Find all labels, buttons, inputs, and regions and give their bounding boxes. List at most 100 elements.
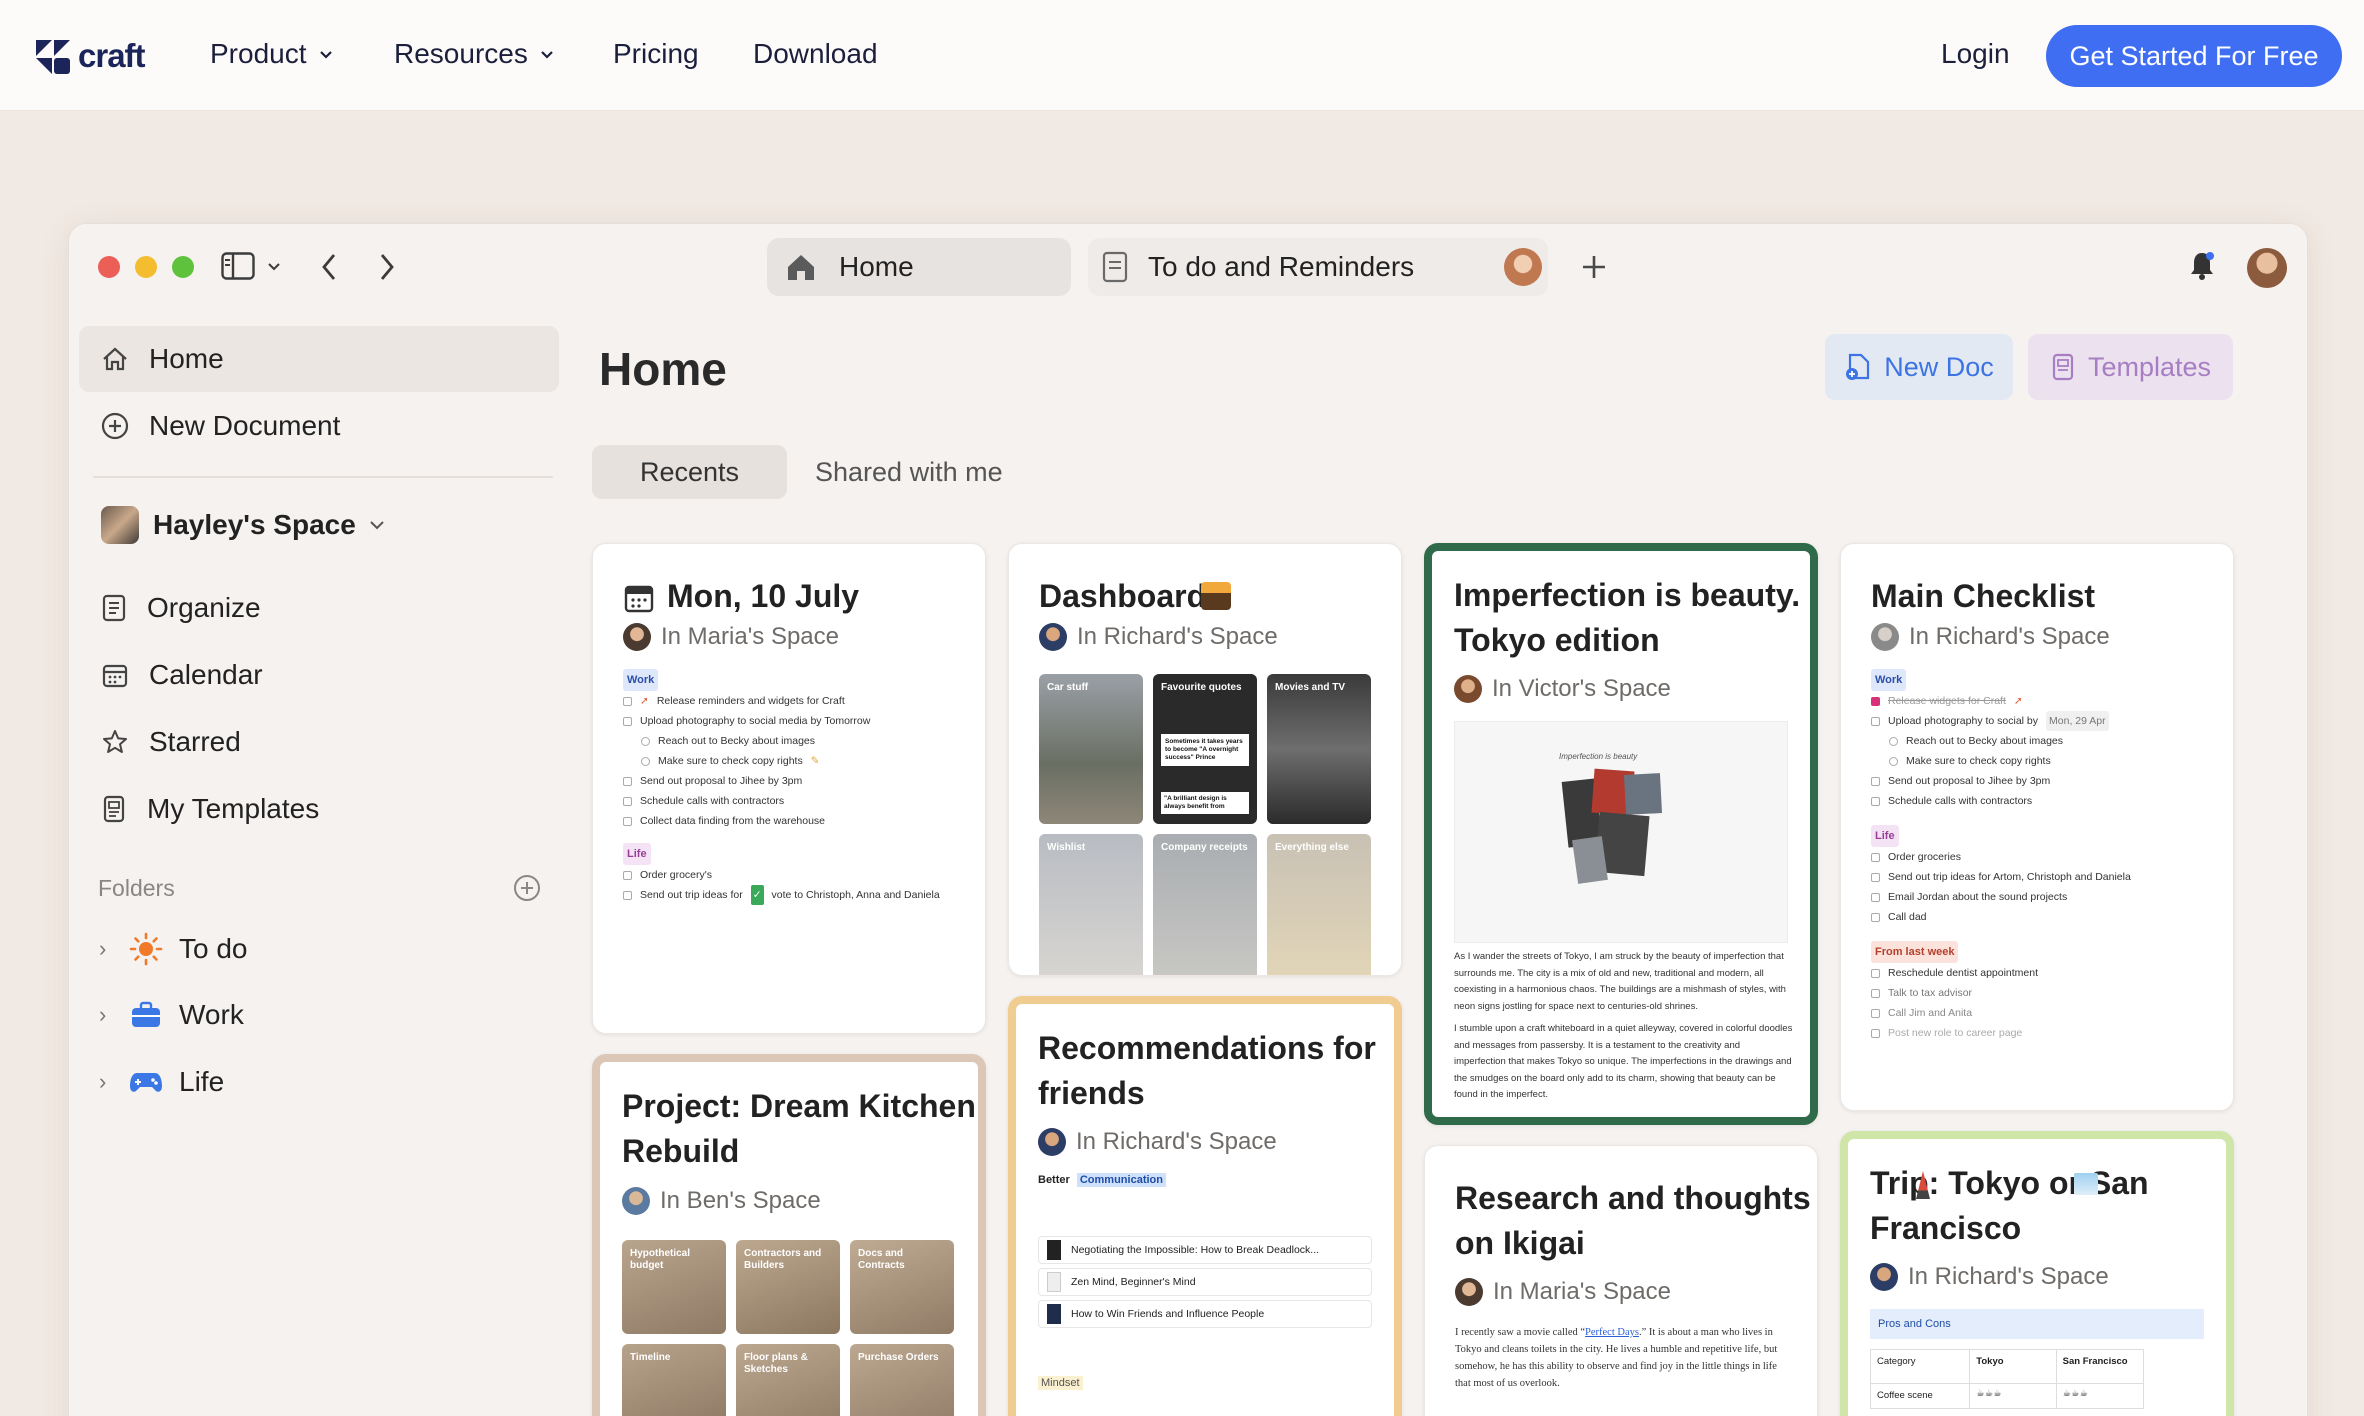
folder-to-do[interactable]: › To do [99,932,248,966]
list-item: Schedule calls with contractors [623,791,963,811]
folder-life[interactable]: › Life [99,1066,224,1098]
back-arrow-icon[interactable] [320,252,338,282]
tab-home[interactable]: Home [767,238,1071,296]
user-avatar[interactable] [2247,248,2287,288]
new-tab-plus-icon[interactable] [1580,253,1608,281]
sidebar-item-calendar[interactable]: Calendar [79,642,559,708]
list-item: Post new role to career page [1871,1023,2211,1043]
template-icon [2052,353,2074,381]
card-space: In Richard's Space [1870,1263,2109,1291]
card-title: Trip: Tokyo or San Francisco [1870,1161,2149,1251]
briefcase-icon [132,1001,160,1027]
book-item[interactable]: Negotiating the Impossible: How to Break… [1038,1236,1372,1264]
card-title-line: Rebuild [622,1133,740,1169]
sidebar-item-organize[interactable]: Organize [79,575,559,641]
article-paragraph: As I wander the streets of Tokyo, I am s… [1454,951,1786,1012]
card-title-line: on Ikigai [1455,1225,1585,1261]
list-item-text: Reschedule dentist appointment [1888,967,2039,979]
minimize-window-button[interactable] [135,256,157,278]
card-title: Main Checklist [1871,578,2096,614]
list-item: Email Jordan about the sound projects [1871,887,2211,907]
nav-download[interactable]: Download [753,38,878,70]
coffee-rating-icon: ☕☕☕ [2062,1388,2089,1399]
doc-card-trip[interactable]: Trip: Tokyo or San Francisco In Richard'… [1840,1131,2234,1416]
card-title-line: Imperfection is beauty. [1454,577,1801,613]
home-icon [103,347,127,371]
article-text: I recently saw a movie called “ [1455,1327,1586,1338]
maximize-window-button[interactable] [172,256,194,278]
book-title: How to Win Friends and Influence People [1071,1308,1265,1320]
login-link[interactable]: Login [1941,38,2010,70]
nav-product[interactable]: Product [210,38,335,70]
doc-card-mon-10-july[interactable]: Mon, 10 July In Maria's Space Work ➚ Rele… [592,543,986,1034]
list-item-text: Talk to tax advisor [1888,987,1973,999]
sidebar-divider [93,476,553,478]
book-item[interactable]: Zen Mind, Beginner's Mind [1038,1268,1372,1296]
chevron-down-icon [541,51,553,59]
new-doc-icon [1846,353,1870,380]
templates-label: Templates [2087,351,2212,382]
list-item-text: Email Jordan about the sound projects [1888,891,2068,903]
document-icon [1102,251,1128,283]
nav-pricing[interactable]: Pricing [613,38,699,70]
book-title: Negotiating the Impossible: How to Break… [1071,1244,1320,1256]
table-header-row: Category Tokyo San Francisco [1871,1350,2143,1384]
list-item-text: Upload photography to social by [1888,715,2039,727]
doc-card-dream-kitchen[interactable]: Project: Dream Kitchen Rebuild In Ben's … [592,1054,986,1416]
template-icon [103,795,125,823]
card-space-label: In Richard's Space [1908,1263,2109,1290]
tab-shared-with-me[interactable]: Shared with me [815,457,1003,488]
doc-card-imperfection[interactable]: Imperfection is beauty. Tokyo edition In… [1424,543,1818,1125]
sidebar-item-new-document[interactable]: New Document [79,393,559,459]
sidebar-item-my-templates[interactable]: My Templates [79,776,559,842]
chevron-down-icon[interactable] [266,260,282,274]
get-started-button[interactable]: Get Started For Free [2046,25,2342,87]
list-item: Call Jim and Anita [1871,1003,2211,1023]
chevron-right-icon[interactable]: › [99,936,113,962]
tag-life: Life [1871,825,1899,847]
sidebar-item-home[interactable]: Home [79,326,559,392]
collaborator-avatar [1504,248,1542,286]
templates-button[interactable]: Templates [2028,334,2233,400]
card-title: Recommendations for friends [1038,1026,1376,1116]
add-folder-icon[interactable] [513,874,541,902]
list-item-text: Post new role to career page [1888,1027,2023,1039]
tile-movies-tv: Movies and TV [1267,674,1371,824]
rocket-icon: ➚ [640,695,649,707]
card-space-label: In Richard's Space [1077,623,1278,650]
nav-resources[interactable]: Resources [394,38,556,70]
chevron-right-icon[interactable]: › [99,1069,113,1095]
page-title: Home [599,343,727,395]
nav-product-label: Product [210,38,307,69]
owner-avatar [1038,1128,1066,1156]
book-item[interactable]: How to Win Friends and Influence People [1038,1300,1372,1328]
doc-card-dashboard[interactable]: Dashboard In Richard's Space Car stuff F… [1008,543,1402,976]
pros-cons-header: Pros and Cons [1870,1309,2204,1339]
chevron-right-icon[interactable]: › [99,1002,113,1028]
card-preview: Work Release widgets for Craft ➚ Upload p… [1871,669,2211,1043]
calendar-icon [624,585,654,613]
close-window-button[interactable] [98,256,120,278]
list-item-text: Schedule calls with contractors [640,795,785,807]
doc-card-ikigai[interactable]: Research and thoughts on Ikigai In Maria… [1424,1145,1818,1416]
folder-work[interactable]: › Work [99,999,244,1031]
forward-arrow-icon[interactable] [378,252,396,282]
owner-avatar [1871,623,1899,651]
space-switcher[interactable]: Hayley's Space [79,492,559,558]
doc-card-recommendations[interactable]: Recommendations for friends In Richard's… [1008,996,1402,1416]
doc-card-main-checklist[interactable]: Main Checklist In Richard's Space Work R… [1840,543,2234,1111]
owner-avatar [1455,1278,1483,1306]
new-doc-button[interactable]: New Doc [1825,334,2013,400]
list-item-text: Send out proposal to Jihee by 3pm [1888,775,2051,787]
tab-recents[interactable]: Recents [592,445,787,499]
notification-bell-icon[interactable] [2187,250,2217,282]
craft-logo[interactable]: craft [32,36,146,76]
movie-link[interactable]: Perfect Days [1585,1327,1639,1338]
tag-work: Work [623,669,659,691]
card-title-line: Tokyo edition [1454,622,1660,658]
sidebar-item-label: New Document [149,410,341,441]
list-item-text: Release widgets for Craft [1888,695,2006,707]
sidebar-item-starred[interactable]: Starred [79,709,559,775]
tab-to-do-and-reminders[interactable]: To do and Reminders [1088,238,1548,296]
sidebar-toggle-icon[interactable] [221,252,255,280]
